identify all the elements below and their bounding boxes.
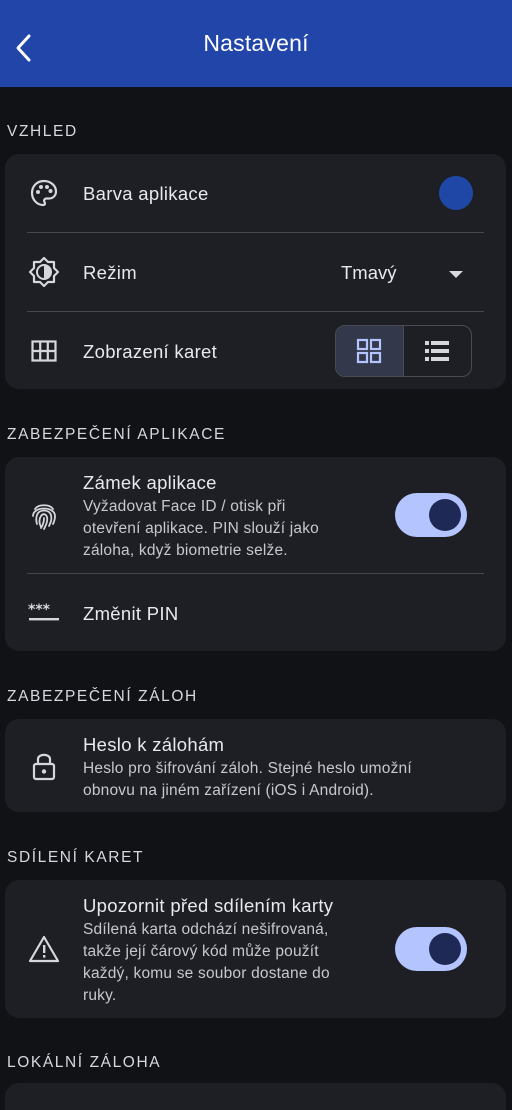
warn-before-share-toggle[interactable]: [395, 927, 467, 971]
change-pin-row[interactable]: *** Změnit PIN: [5, 574, 506, 651]
grid-view-icon: [357, 338, 382, 364]
app-color-label: Barva aplikace: [83, 183, 209, 204]
lock-icon: [27, 749, 61, 783]
backup-password-row[interactable]: Heslo k zálohám Heslo pro šifrování zálo…: [5, 719, 506, 812]
svg-text:***: ***: [28, 603, 51, 618]
backup-password-description-line: obnovu na jiném zařízení (iOS i Android)…: [83, 782, 374, 799]
local-backup-card: [5, 1083, 506, 1110]
backup-password-description-line: Heslo pro šifrování záloh. Stejné heslo …: [83, 760, 412, 777]
card-view-label: Zobrazení karet: [83, 341, 218, 362]
app-color-swatch[interactable]: [439, 176, 473, 210]
back-button[interactable]: [8, 28, 40, 68]
back-arrow-icon: [16, 34, 31, 62]
list-view-icon: [425, 341, 450, 361]
table-grid-icon: [27, 334, 61, 368]
section-header-backup-security: ZABEZPEČENÍ ZÁLOH: [7, 688, 198, 705]
warning-icon: [27, 932, 61, 966]
backup-password-label: Heslo k zálohám: [83, 734, 225, 755]
dropdown-arrow-icon[interactable]: [449, 271, 463, 278]
card-view-toggle: [335, 325, 472, 377]
app-lock-description-line: Vyžadovat Face ID / otisk při: [83, 498, 286, 515]
mode-row[interactable]: Režim Tmavý: [5, 233, 506, 311]
app-lock-row[interactable]: Zámek aplikace Vyžadovat Face ID / otisk…: [5, 457, 506, 573]
warn-before-share-description-line: ruky.: [83, 987, 117, 1004]
warn-before-share-description-line: Sdílená karta odchází nešifrovaná,: [83, 921, 329, 938]
section-header-local-backup: LOKÁLNÍ ZÁLOHA: [7, 1054, 162, 1071]
brightness-mode-icon: [27, 255, 61, 289]
app-lock-description-line: záloha, když biometrie selže.: [83, 542, 288, 559]
password-pin-icon: ***: [27, 596, 61, 630]
warn-before-share-description-line: každý, komu se soubor dostane do: [83, 965, 330, 982]
card-view-row: Zobrazení karet: [5, 312, 506, 389]
app-color-row[interactable]: Barva aplikace: [5, 154, 506, 232]
palette-icon: [27, 176, 61, 210]
app-lock-label: Zámek aplikace: [83, 472, 217, 493]
section-header-app-security: ZABEZPEČENÍ APLIKACE: [7, 426, 226, 443]
toggle-knob: [429, 933, 461, 965]
card-sharing-card: Upozornit před sdílením karty Sdílená ka…: [5, 880, 506, 1018]
list-view-button[interactable]: [404, 326, 472, 376]
backup-security-card: Heslo k zálohám Heslo pro šifrování zálo…: [5, 719, 506, 812]
change-pin-label: Změnit PIN: [83, 603, 179, 624]
toggle-knob: [429, 499, 461, 531]
grid-view-button[interactable]: [336, 326, 404, 376]
warn-before-share-label: Upozornit před sdílením karty: [83, 895, 334, 916]
warn-before-share-description-line: takže její čárový kód může použít: [83, 943, 319, 960]
mode-label: Režim: [83, 262, 137, 283]
section-header-appearance: VZHLED: [7, 123, 78, 140]
fingerprint-icon: [27, 499, 61, 533]
app-security-card: Zámek aplikace Vyžadovat Face ID / otisk…: [5, 457, 506, 651]
appearance-card: Barva aplikace Režim Tmavý Zobrazení kar…: [5, 154, 506, 389]
app-bar: Nastavení: [0, 0, 512, 87]
app-lock-description-line: otevření aplikace. PIN slouží jako: [83, 520, 319, 537]
section-header-card-sharing: SDÍLENÍ KARET: [7, 849, 145, 866]
page-title: Nastavení: [203, 30, 309, 56]
app-lock-toggle[interactable]: [395, 493, 467, 537]
mode-dropdown-value[interactable]: Tmavý: [341, 262, 397, 284]
warn-before-share-row[interactable]: Upozornit před sdílením karty Sdílená ka…: [5, 880, 506, 1018]
